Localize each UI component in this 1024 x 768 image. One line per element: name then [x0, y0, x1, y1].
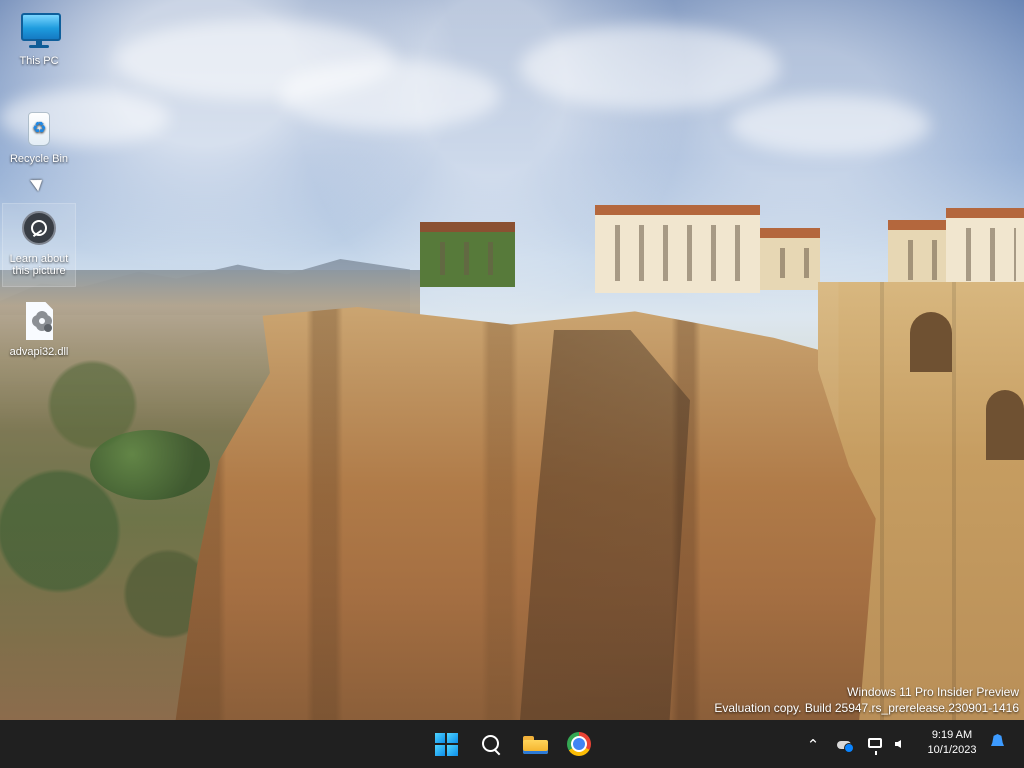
search-icon — [481, 734, 502, 755]
notification-bell-icon[interactable] — [991, 734, 1004, 746]
cloud-shape — [280, 60, 500, 130]
onedrive-tray-button[interactable] — [836, 736, 854, 754]
building — [946, 208, 1024, 293]
windows-watermark: Windows 11 Pro Insider Preview Evaluatio… — [714, 684, 1019, 716]
mouse-cursor-icon — [30, 174, 47, 192]
clock-date: 10/1/2023 — [927, 744, 977, 756]
taskbar: ⌃ 9:19 AM 10/1/2023 — [0, 720, 1024, 768]
search-button[interactable] — [477, 730, 505, 758]
desktop-icon-recycle-bin[interactable]: ♻ Recycle Bin — [2, 108, 76, 170]
chrome-icon — [567, 732, 591, 756]
watermark-line-1: Windows 11 Pro Insider Preview — [847, 685, 1019, 699]
folder-icon — [522, 734, 548, 754]
camera-info-icon — [18, 208, 60, 250]
cloud-shape — [520, 25, 780, 110]
cloud-shape — [730, 95, 930, 155]
desktop-icon-learn-about-this-picture[interactable]: Learn about this picture — [2, 203, 76, 287]
windows-start-icon — [434, 732, 458, 756]
volume-tray-button[interactable] — [893, 736, 911, 754]
building — [760, 228, 820, 290]
bridge-arch — [986, 390, 1024, 460]
building — [595, 205, 760, 293]
building — [888, 220, 946, 292]
start-button[interactable] — [432, 730, 460, 758]
desktop-icon-label: Learn about this picture — [9, 253, 69, 277]
onedrive-icon — [837, 741, 853, 752]
bridge-arch — [910, 312, 952, 372]
desktop-icon-advapi32-dll[interactable]: advapi32.dll — [2, 301, 76, 367]
desktop-icon-this-pc[interactable]: This PC — [2, 10, 76, 72]
desktop-background: This PC ♻ Recycle Bin Learn about this p… — [0, 0, 1024, 720]
clock-time: 9:19 AM — [931, 729, 973, 741]
chevron-up-icon: ⌃ — [806, 736, 820, 754]
tree — [90, 430, 210, 500]
show-hidden-icons-button[interactable]: ⌃ — [804, 736, 822, 754]
settings-file-icon — [18, 301, 60, 343]
chrome-button[interactable] — [565, 730, 593, 758]
monitor-icon — [18, 10, 61, 52]
watermark-line-2: Evaluation copy. Build 25947.rs_prerelea… — [714, 701, 1019, 715]
clock-button[interactable]: 9:19 AM 10/1/2023 — [922, 728, 982, 758]
building — [420, 222, 515, 287]
desktop-icon-label: Recycle Bin — [9, 153, 69, 165]
file-explorer-button[interactable] — [521, 730, 549, 758]
network-icon — [868, 738, 882, 755]
recycle-bin-icon: ♻ — [18, 108, 60, 150]
network-tray-button[interactable] — [867, 736, 885, 755]
desktop-icon-label: advapi32.dll — [9, 346, 69, 358]
desktop-icon-label: This PC — [19, 55, 59, 67]
volume-muted-icon — [895, 740, 901, 748]
